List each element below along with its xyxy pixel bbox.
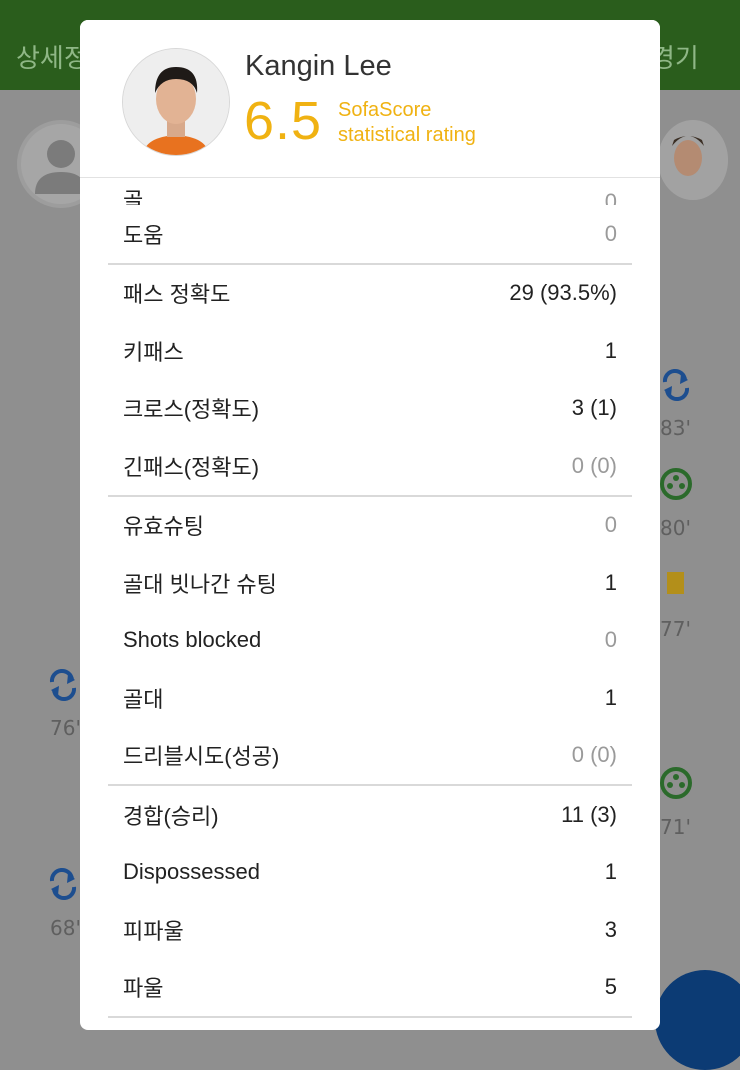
stat-value: 3 (1) [571, 395, 617, 421]
rating-caption-brand: SofaScore [338, 99, 432, 121]
stat-value: 1 [604, 569, 617, 595]
event-minute: 68' [50, 916, 81, 940]
event-minute: 80' [660, 516, 691, 540]
player-portrait-icon [123, 49, 229, 155]
rating-caption-text: statistical rating [338, 124, 476, 146]
opponent-player-avatar[interactable] [658, 120, 728, 200]
rating-caption: SofaScore statistical rating [338, 98, 476, 148]
stat-row: 도움 0 [108, 205, 632, 263]
stat-row: 패스 정확도 29 (93.5%) [108, 265, 632, 323]
stat-label: 도움 [123, 222, 164, 248]
yellow-card-icon [667, 572, 684, 594]
stat-row: 긴패스(정확도) 0 (0) [108, 437, 632, 495]
stat-row: 파울 5 [108, 959, 632, 1017]
stat-label: 파울 [123, 976, 164, 1002]
player-stats-dialog: Kangin Lee 6.5 SofaScore statistical rat… [80, 20, 660, 1030]
event-minute: 71' [660, 815, 691, 839]
player-photo [122, 48, 230, 156]
stat-row: 피파울 3 [108, 901, 632, 959]
stat-row: 키패스 1 [108, 322, 632, 380]
player-name: Kangin Lee [245, 50, 392, 82]
stat-value: 5 [604, 974, 617, 1000]
stat-row: 골대 1 [108, 669, 632, 727]
substitution-icon [49, 868, 77, 900]
stat-value: 0 [604, 220, 617, 246]
stat-label: 긴패스(정확도) [123, 454, 260, 480]
stat-label: 골대 [123, 686, 164, 712]
stat-label: 골대 빗나간 슈팅 [123, 571, 277, 597]
substitution-icon [49, 669, 77, 701]
stat-value: 3 [604, 916, 617, 942]
goal-ball-icon [660, 767, 692, 799]
stat-label: 패스 정확도 [123, 282, 231, 308]
stat-value: 0 [604, 627, 617, 653]
stat-row: 크로스(정확도) 3 (1) [108, 380, 632, 438]
floating-action-button[interactable] [655, 970, 740, 1070]
stat-value: 29 (93.5%) [509, 280, 617, 306]
stat-row: 경합(승리) 11 (3) [108, 786, 632, 844]
stat-value: 0 (0) [571, 452, 617, 478]
stat-value: 1 [604, 684, 617, 710]
section-divider [108, 1016, 632, 1018]
stat-row: 드리블시도(성공) 0 (0) [108, 727, 632, 785]
stat-label: 드리블시도(성공) [123, 744, 280, 770]
stat-label: 키패스 [123, 339, 184, 365]
stat-label: 유효슈팅 [123, 514, 204, 540]
stat-row: 골 0 [108, 177, 632, 205]
stat-value: 0 (0) [571, 742, 617, 768]
stat-row: 유효슈팅 0 [108, 497, 632, 555]
event-minute: 83' [660, 416, 691, 440]
stat-label: 피파울 [123, 918, 184, 944]
substitution-icon [662, 369, 690, 401]
stat-value: 11 (3) [561, 801, 617, 827]
event-minute: 77' [660, 617, 691, 641]
stat-label: 경합(승리) [123, 803, 219, 829]
stat-label: Shots blocked [123, 627, 262, 653]
stat-value: 0 [604, 189, 617, 205]
stat-row: 골대 빗나간 슈팅 1 [108, 554, 632, 612]
player-rating: 6.5 [244, 91, 323, 151]
stat-value: 0 [604, 512, 617, 538]
event-minute: 76' [50, 716, 81, 740]
stat-value: 1 [604, 859, 617, 885]
stat-value: 1 [604, 337, 617, 363]
player-photo-icon [658, 120, 728, 200]
stats-list: 골 0 도움 0 패스 정확도 29 (93.5%) 키패스 1 크로스(정확도… [108, 177, 632, 1018]
stat-label: 크로스(정확도) [123, 397, 260, 423]
tab-details[interactable]: 상세정 [16, 38, 88, 75]
stat-row: Dispossessed 1 [108, 844, 632, 902]
stat-label: 골 [123, 188, 144, 205]
dialog-header: Kangin Lee 6.5 SofaScore statistical rat… [80, 20, 660, 178]
stat-label: Dispossessed [123, 859, 260, 885]
stat-row: Shots blocked 0 [108, 612, 632, 670]
goal-ball-icon [660, 468, 692, 500]
